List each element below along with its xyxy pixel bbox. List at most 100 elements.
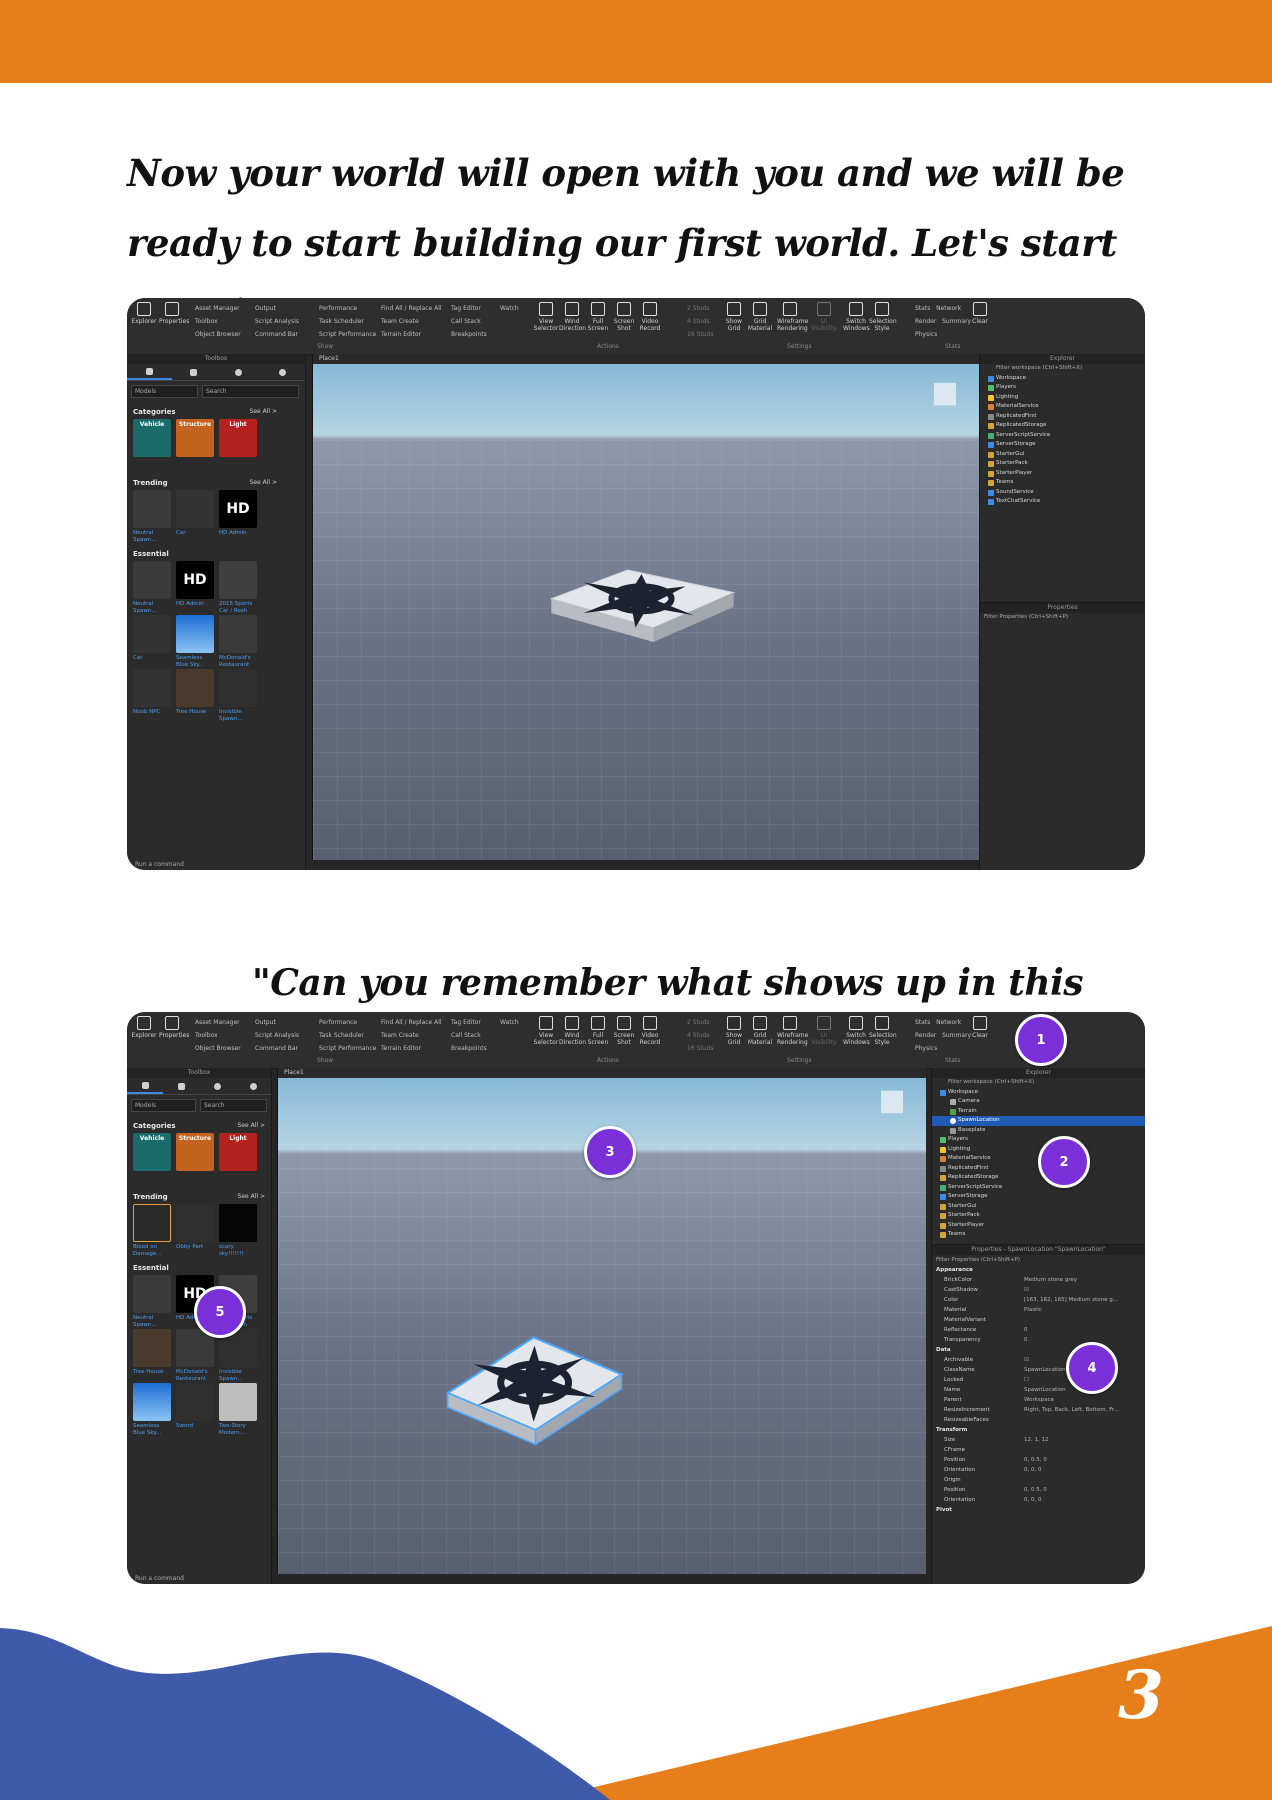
model-tile[interactable]: Blood on Damage...: [133, 1204, 171, 1258]
property-value[interactable]: SpawnLocation: [1024, 1365, 1066, 1375]
selection-style-button[interactable]: Selection Style: [869, 1016, 897, 1046]
property-row[interactable]: CFrame: [932, 1445, 1145, 1455]
tab-creations[interactable]: [261, 364, 306, 380]
property-value[interactable]: Plastic: [1024, 1305, 1042, 1315]
model-tile[interactable]: HD HD Admin: [176, 561, 214, 615]
explorer-item[interactable]: Workspace: [980, 374, 1145, 384]
clear-button[interactable]: Clear: [967, 302, 993, 325]
ribbon-col-4[interactable]: Find All / Replace All Team Create Terrain…: [381, 302, 442, 341]
explorer-item-selected[interactable]: SpawnLocation: [932, 1116, 1145, 1126]
property-row[interactable]: Size 12, 1, 12: [932, 1435, 1145, 1445]
ribbon-col-5[interactable]: Tag Editor Call Stack Breakpoints: [451, 1016, 487, 1055]
category-light[interactable]: Light: [219, 419, 257, 473]
explorer-item[interactable]: StarterPlayer: [980, 469, 1145, 479]
explorer-item[interactable]: Camera: [932, 1097, 1145, 1107]
explorer-item[interactable]: Players: [980, 383, 1145, 393]
ribbon-col-1[interactable]: Asset Manager Toolbox Object Browser: [195, 302, 241, 341]
models-dropdown[interactable]: Models: [131, 385, 198, 398]
explorer-item[interactable]: Baseplate: [932, 1126, 1145, 1136]
model-tile[interactable]: McDonald's Restaurant: [176, 1329, 214, 1383]
tab-marketplace[interactable]: [127, 364, 172, 380]
studs-options[interactable]: 2 Studs 4 Studs 16 Studs: [687, 302, 713, 341]
explorer-item[interactable]: Teams: [932, 1230, 1145, 1240]
switch-windows-button[interactable]: Switch Windows: [843, 1016, 870, 1046]
property-row[interactable]: Transparency 0: [932, 1335, 1145, 1345]
view-selector-button[interactable]: View Selector: [533, 1016, 559, 1046]
ui-visibility-button[interactable]: UI Visibility: [811, 302, 837, 332]
show-grid-button[interactable]: Show Grid: [721, 1016, 747, 1046]
explorer-item[interactable]: ServerScriptService: [980, 431, 1145, 441]
explorer-item[interactable]: Workspace: [932, 1088, 1145, 1098]
property-value[interactable]: 0: [1024, 1325, 1028, 1335]
explorer-item[interactable]: ServerScriptService: [932, 1183, 1145, 1193]
property-row[interactable]: CastShadow ☑: [932, 1285, 1145, 1295]
properties-filter-input[interactable]: Filter Properties (Ctrl+Shift+P): [932, 1255, 1145, 1265]
switch-windows-button[interactable]: Switch Windows: [843, 302, 870, 332]
property-row[interactable]: Name SpawnLocation: [932, 1385, 1145, 1395]
ribbon-col-5[interactable]: Tag Editor Call Stack Breakpoints: [451, 302, 487, 341]
model-tile[interactable]: Car: [133, 615, 171, 669]
explorer-button[interactable]: Explorer: [131, 1016, 157, 1039]
property-row[interactable]: Color [163, 162, 165] Medium stone g...: [932, 1295, 1145, 1305]
full-screen-button[interactable]: Full Screen: [585, 302, 611, 332]
tab-creations[interactable]: [235, 1078, 271, 1094]
property-section-header[interactable]: Pivot: [932, 1505, 1145, 1515]
screen-shot-button[interactable]: Screen Shot: [611, 1016, 637, 1046]
video-record-button[interactable]: Video Record: [637, 302, 663, 332]
explorer-item[interactable]: ServerStorage: [980, 440, 1145, 450]
models-dropdown[interactable]: Models: [131, 1099, 196, 1112]
screen-shot-button[interactable]: Screen Shot: [611, 302, 637, 332]
property-row[interactable]: MaterialVariant: [932, 1315, 1145, 1325]
show-grid-button[interactable]: Show Grid: [721, 302, 747, 332]
properties-button[interactable]: Properties: [159, 1016, 189, 1039]
model-tile[interactable]: scary sky!!!!!!!: [219, 1204, 257, 1258]
tab-inventory[interactable]: [172, 364, 217, 380]
explorer-item[interactable]: StarterGui: [932, 1202, 1145, 1212]
tab-inventory[interactable]: [163, 1078, 199, 1094]
command-bar[interactable]: Run a command: [127, 860, 184, 870]
3d-viewport[interactable]: Place1: [312, 354, 980, 860]
explorer-item[interactable]: StarterGui: [980, 450, 1145, 460]
model-tile[interactable]: Sword: [176, 1383, 214, 1437]
explorer-item[interactable]: ReplicatedFirst: [980, 412, 1145, 422]
property-value[interactable]: 0, 0.5, 0: [1024, 1485, 1047, 1495]
explorer-item[interactable]: SoundService: [980, 488, 1145, 498]
properties-filter-input[interactable]: Filter Properties (Ctrl+Shift+P): [980, 613, 1145, 623]
ribbon-col-3[interactable]: Performance Task Scheduler Script Performa…: [319, 1016, 376, 1055]
ribbon-col-1[interactable]: Asset Manager Toolbox Object Browser: [195, 1016, 241, 1055]
explorer-button[interactable]: Explorer: [131, 302, 157, 325]
full-screen-button[interactable]: Full Screen: [585, 1016, 611, 1046]
model-tile[interactable]: Seamless Blue Sky...: [133, 1383, 171, 1437]
model-tile[interactable]: Seamless Blue Sky...: [176, 615, 214, 669]
explorer-item[interactable]: Teams: [980, 478, 1145, 488]
property-value[interactable]: ☑: [1024, 1285, 1029, 1295]
model-tile[interactable]: Neutral Spawn...: [133, 561, 171, 615]
property-row[interactable]: Origin: [932, 1475, 1145, 1485]
see-all-link[interactable]: See All >: [250, 479, 277, 486]
explorer-filter-input[interactable]: Filter workspace (Ctrl+Shift+X): [932, 1078, 1145, 1088]
property-row[interactable]: ResizeableFaces: [932, 1415, 1145, 1425]
stats-options[interactable]: Stats Network Render Summary Physics: [915, 1016, 971, 1055]
watch-button[interactable]: Watch: [500, 302, 519, 315]
property-row[interactable]: Reflectance 0: [932, 1325, 1145, 1335]
wind-direction-button[interactable]: Wind Direction: [559, 1016, 586, 1046]
toolbox-search-input[interactable]: Search: [202, 385, 299, 398]
category-vehicle[interactable]: Vehicle: [133, 419, 171, 473]
explorer-item[interactable]: StarterPlayer: [932, 1221, 1145, 1231]
property-row[interactable]: Position 0, 0.5, 0: [932, 1485, 1145, 1495]
explorer-item[interactable]: StarterPack: [932, 1211, 1145, 1221]
property-value[interactable]: [163, 162, 165] Medium stone g...: [1024, 1295, 1118, 1305]
spawn-location-model[interactable]: [313, 354, 980, 860]
category-structure[interactable]: Structure: [176, 1133, 214, 1187]
category-light[interactable]: Light: [219, 1133, 257, 1187]
model-tile[interactable]: Obby Part: [176, 1204, 214, 1258]
see-all-link[interactable]: See All >: [238, 1122, 265, 1129]
video-record-button[interactable]: Video Record: [637, 1016, 663, 1046]
model-tile[interactable]: Noob NPC: [133, 669, 171, 723]
explorer-filter-input[interactable]: Filter workspace (Ctrl+Shift+X): [980, 364, 1145, 374]
property-value[interactable]: 0, 0, 0: [1024, 1495, 1042, 1505]
property-row[interactable]: Material Plastic: [932, 1305, 1145, 1315]
stats-options[interactable]: Stats Network Render Summary Physics: [915, 302, 971, 341]
tab-recent[interactable]: [199, 1078, 235, 1094]
property-row[interactable]: ResizeIncrement Right, Top, Back, Left, B…: [932, 1405, 1145, 1415]
